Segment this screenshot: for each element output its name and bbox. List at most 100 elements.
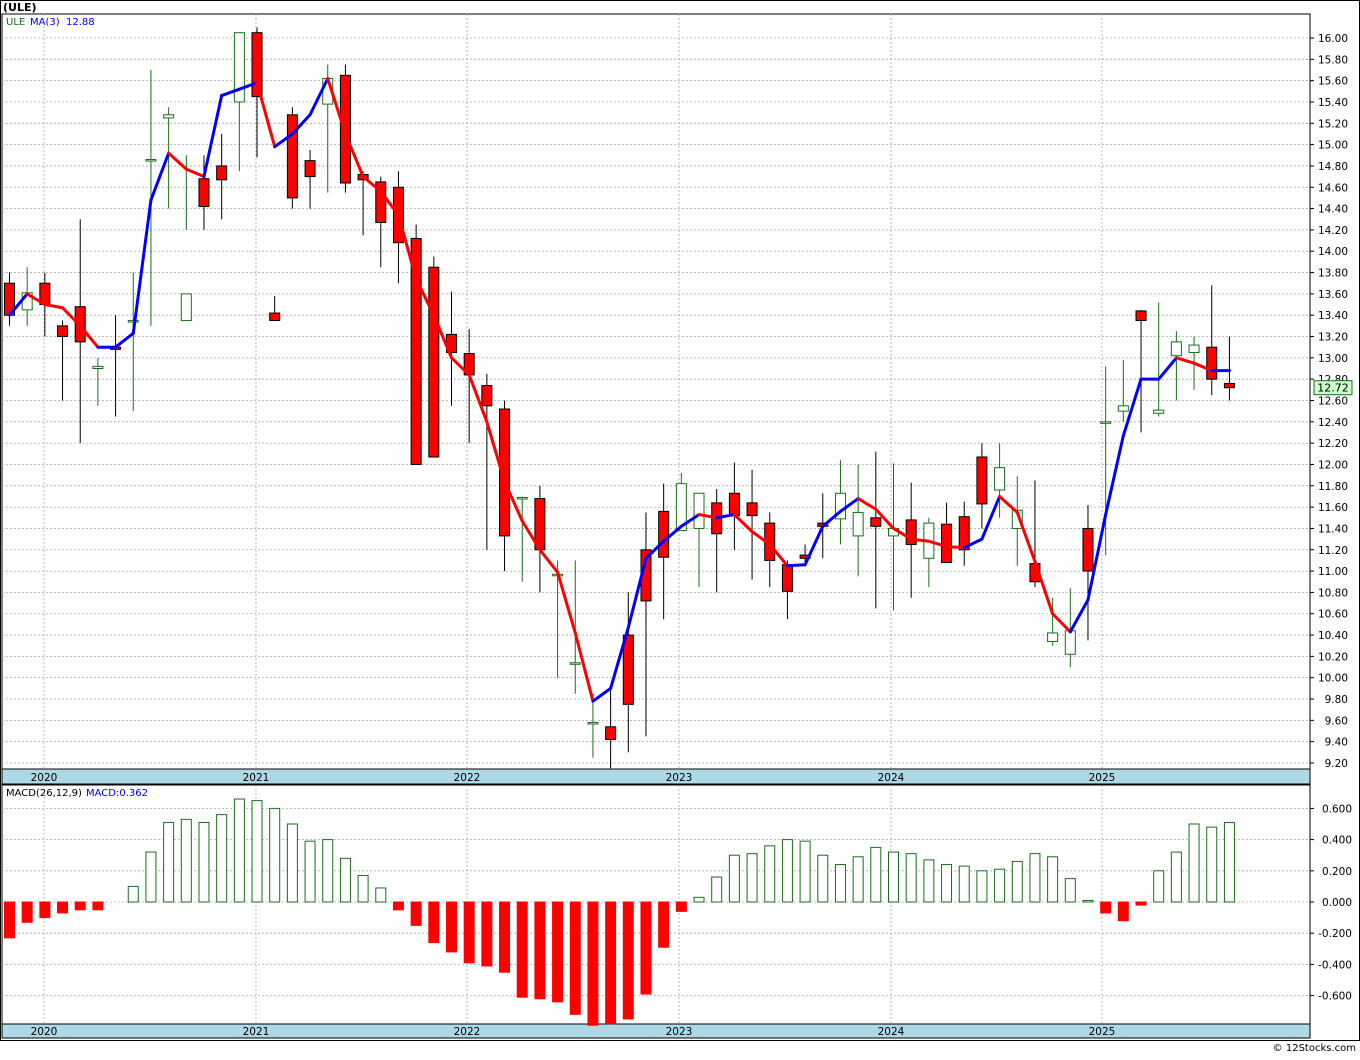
year-label-bottom: 2022: [454, 1026, 481, 1038]
macd-bar-negative: [481, 901, 493, 967]
macd-value-label: MACD:0.362: [86, 788, 148, 799]
macd-bar-negative: [428, 901, 440, 944]
macd-bar-positive: [375, 887, 387, 903]
macd-bar-positive: [923, 859, 935, 903]
macd-bar-positive: [817, 854, 829, 903]
candle-down: [428, 266, 440, 458]
macd-bar-negative: [463, 901, 475, 964]
price-tick-label: 14.60: [1318, 182, 1348, 194]
macd-bar-negative: [21, 901, 33, 923]
macd-tick-label: -0.600: [1318, 991, 1352, 1003]
price-tick-label: 9.60: [1325, 715, 1348, 727]
candle-up: [180, 293, 192, 322]
macd-bar-positive: [216, 814, 228, 903]
price-tick-label: 10.20: [1318, 651, 1348, 663]
macd-bar-positive: [746, 853, 758, 903]
price-tick-label: 11.80: [1318, 481, 1348, 493]
candle-down: [410, 237, 422, 465]
macd-bar-negative: [675, 901, 687, 912]
candle-down: [481, 385, 493, 407]
macd-panel-frame: [1, 784, 1311, 1025]
macd-bar-positive: [994, 868, 1006, 903]
candle-down: [728, 492, 740, 517]
macd-bar-negative: [569, 901, 581, 1015]
macd-bar-positive: [127, 885, 139, 903]
candle-down: [870, 517, 882, 527]
candle-up: [1047, 632, 1059, 642]
legend-ma-value: 12.88: [66, 17, 95, 28]
price-tick-label: 9.40: [1325, 737, 1348, 749]
macd-bar-positive: [163, 821, 175, 903]
macd-bar-negative: [1100, 901, 1112, 914]
price-tick-label: 12.00: [1318, 459, 1348, 471]
price-tick-label: 15.60: [1318, 76, 1348, 88]
year-label-top: 2021: [243, 772, 270, 784]
price-tick-label: 15.40: [1318, 97, 1348, 109]
candle-down: [941, 523, 953, 564]
candle-up: [587, 721, 599, 725]
price-tick-label: 14.80: [1318, 161, 1348, 173]
chart-symbol-title: (ULE): [3, 1, 37, 14]
macd-tick-label: 0.600: [1322, 803, 1352, 815]
macd-bar-positive: [198, 821, 210, 903]
ma-segment: [909, 537, 931, 543]
macd-bar-positive: [269, 807, 281, 903]
price-tick-label: 13.40: [1318, 310, 1348, 322]
macd-tick-label: -0.200: [1318, 928, 1352, 940]
macd-bar-positive: [180, 818, 192, 903]
price-tick-label: 13.80: [1318, 268, 1348, 280]
stock-chart: (ULE) 9.20 9.40 9.60 9.80 10.00 10.20 10.40 10.6…: [0, 0, 1360, 1056]
macd-bar-negative: [57, 901, 69, 914]
macd-bar-positive: [1064, 878, 1076, 903]
macd-bar-negative: [516, 901, 528, 998]
macd-bar-positive: [799, 840, 811, 903]
macd-bar-positive: [941, 864, 953, 903]
price-tick-label: 11.00: [1318, 566, 1348, 578]
year-label-top: 2022: [454, 772, 481, 784]
chart-svg: (ULE) 9.20 9.40 9.60 9.80 10.00 10.20 10.40 10.6…: [0, 0, 1360, 1054]
macd-bar-positive: [764, 845, 776, 903]
candle-up: [127, 320, 139, 323]
year-label-bottom: 2025: [1089, 1026, 1116, 1038]
macd-bar-negative: [552, 901, 564, 1003]
macd-bar-positive: [888, 851, 899, 903]
candle-down: [1135, 310, 1147, 322]
candle-down: [746, 502, 758, 517]
year-label-top: 2023: [666, 772, 693, 784]
price-tick-label: 10.00: [1318, 673, 1348, 685]
candle-down: [1206, 346, 1218, 380]
price-tick-label: 10.60: [1318, 609, 1348, 621]
last-price-label: 12.72: [1317, 382, 1349, 395]
macd-bar-positive: [339, 857, 351, 903]
macd-bar-positive: [852, 856, 864, 903]
macd-bar-negative: [658, 901, 670, 948]
macd-tick-label: 0.200: [1322, 866, 1352, 878]
macd-bar-positive: [905, 853, 917, 903]
macd-bar-positive: [728, 854, 740, 903]
candle-down: [781, 564, 793, 592]
macd-bar-positive: [1082, 899, 1094, 903]
macd-bar-positive: [145, 851, 157, 903]
price-tick-label: 15.20: [1318, 118, 1348, 130]
price-tick-label: 10.40: [1318, 630, 1348, 642]
candle-up: [1117, 405, 1129, 412]
year-label-top: 2025: [1089, 772, 1116, 784]
macd-bar-positive: [357, 874, 369, 903]
candle-down: [304, 160, 316, 178]
price-tick-label: 9.20: [1325, 758, 1348, 770]
macd-label: MACD(26,12,9): [6, 788, 82, 799]
candle-down: [269, 312, 281, 322]
price-tick-label: 15.80: [1318, 54, 1348, 66]
candle-up: [994, 467, 1006, 491]
macd-bar-negative: [410, 901, 422, 926]
candle-up: [145, 159, 157, 162]
candle-up: [516, 497, 528, 500]
price-tick-label: 16.00: [1318, 33, 1348, 45]
candle-up: [1100, 421, 1112, 424]
macd-bar-negative: [446, 901, 457, 953]
year-label-bottom: 2023: [666, 1026, 693, 1038]
macd-bar-positive: [233, 798, 245, 903]
candle-down: [57, 325, 69, 338]
macd-bar-positive: [322, 839, 334, 903]
macd-bar-negative: [587, 901, 599, 1026]
